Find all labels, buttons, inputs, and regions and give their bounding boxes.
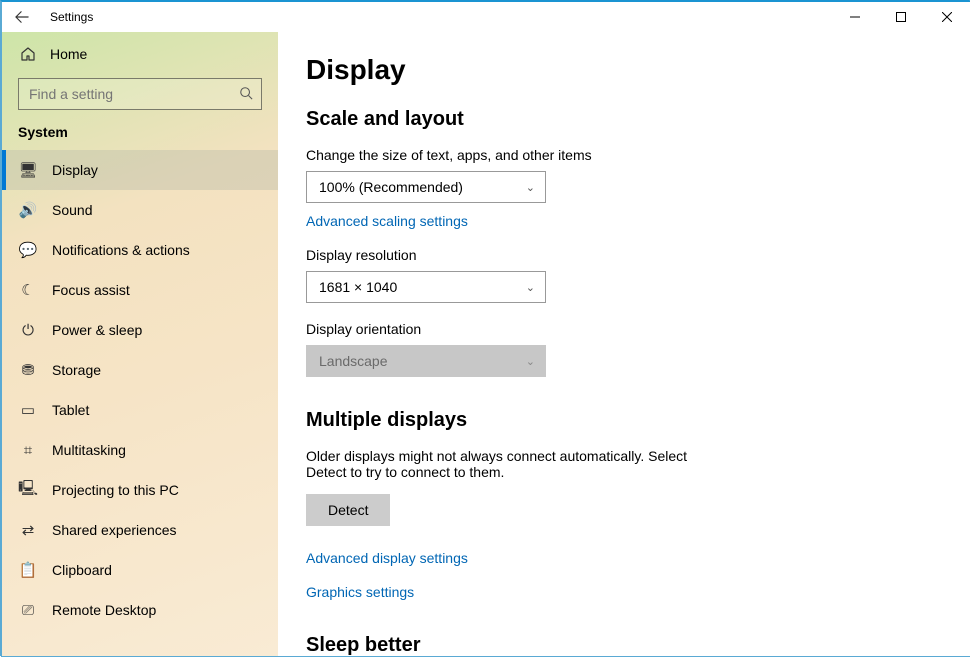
back-button[interactable]	[8, 3, 36, 31]
title-bar: Settings	[2, 2, 970, 32]
orientation-value: Landscape	[319, 353, 388, 369]
sound-icon: 🔊	[18, 201, 38, 219]
maximize-icon	[896, 12, 906, 22]
nav-item-remote[interactable]: ⎚ Remote Desktop	[2, 590, 278, 630]
nav-item-shared[interactable]: ⇄ Shared experiences	[2, 510, 278, 550]
chevron-down-icon: ⌄	[526, 281, 535, 294]
detect-button[interactable]: Detect	[306, 494, 390, 526]
monitor-icon: 🖥	[18, 161, 38, 179]
storage-icon: ⛃	[18, 361, 38, 379]
nav-item-focus[interactable]: ☾ Focus assist	[2, 270, 278, 310]
multiple-displays-text: Older displays might not always connect …	[306, 448, 706, 480]
section-sleep-better: Sleep better	[306, 634, 942, 656]
nav-list: 🖥 Display 🔊 Sound 💬 Notifications & actions ☾ F…	[2, 150, 278, 656]
scale-label: Change the size of text, apps, and other…	[306, 147, 942, 163]
window-title: Settings	[50, 10, 93, 24]
nav-item-label: Notifications & actions	[52, 242, 190, 258]
nav-item-label: Tablet	[52, 402, 89, 418]
search-input[interactable]	[27, 85, 239, 103]
nav-item-label: Storage	[52, 362, 101, 378]
nav-item-display[interactable]: 🖥 Display	[2, 150, 278, 190]
orientation-label: Display orientation	[306, 321, 942, 337]
content-area: Display Scale and layout Change the size…	[278, 32, 970, 656]
power-icon: ⏻	[18, 322, 38, 339]
advanced-display-link[interactable]: Advanced display settings	[306, 550, 468, 566]
home-label: Home	[50, 46, 87, 62]
tablet-icon: ▭	[18, 401, 38, 419]
shared-icon: ⇄	[18, 521, 38, 539]
focus-icon: ☾	[18, 281, 38, 299]
chevron-down-icon: ⌄	[526, 181, 535, 194]
section-scale-layout: Scale and layout	[306, 108, 942, 131]
search-icon	[239, 86, 253, 103]
graphics-settings-link[interactable]: Graphics settings	[306, 584, 414, 600]
back-arrow-icon	[15, 10, 29, 24]
remote-icon: ⎚	[18, 602, 38, 619]
nav-item-storage[interactable]: ⛃ Storage	[2, 350, 278, 390]
sidebar: Home System 🖥 Display 🔊 Sound 💬 Notifications…	[2, 32, 278, 656]
orientation-dropdown: Landscape ⌄	[306, 345, 546, 377]
nav-item-clipboard[interactable]: 📋 Clipboard	[2, 550, 278, 590]
resolution-dropdown[interactable]: 1681 × 1040 ⌄	[306, 271, 546, 303]
nav-item-tablet[interactable]: ▭ Tablet	[2, 390, 278, 430]
home-button[interactable]: Home	[2, 36, 278, 72]
nav-item-label: Shared experiences	[52, 522, 177, 538]
notifications-icon: 💬	[18, 241, 38, 259]
maximize-button[interactable]	[878, 2, 924, 32]
scale-value: 100% (Recommended)	[319, 179, 463, 195]
nav-item-multitask[interactable]: ⌗ Multitasking	[2, 430, 278, 470]
nav-item-sound[interactable]: 🔊 Sound	[2, 190, 278, 230]
home-icon	[18, 46, 38, 62]
nav-group-label: System	[2, 124, 278, 150]
minimize-icon	[850, 12, 860, 22]
advanced-scaling-link[interactable]: Advanced scaling settings	[306, 213, 468, 229]
nav-item-label: Multitasking	[52, 442, 126, 458]
chevron-down-icon: ⌄	[526, 355, 535, 368]
nav-item-power[interactable]: ⏻ Power & sleep	[2, 310, 278, 350]
nav-item-label: Projecting to this PC	[52, 482, 179, 498]
resolution-value: 1681 × 1040	[319, 279, 397, 295]
close-icon	[942, 12, 952, 22]
multitasking-icon: ⌗	[18, 442, 38, 459]
clipboard-icon: 📋	[18, 561, 38, 579]
nav-item-label: Remote Desktop	[52, 602, 156, 618]
section-multiple-displays: Multiple displays	[306, 409, 942, 432]
page-title: Display	[306, 54, 942, 86]
projecting-icon: 🖳	[18, 478, 38, 503]
nav-item-label: Power & sleep	[52, 322, 142, 338]
nav-item-label: Sound	[52, 202, 92, 218]
nav-item-label: Focus assist	[52, 282, 130, 298]
close-button[interactable]	[924, 2, 970, 32]
nav-item-label: Display	[52, 162, 98, 178]
nav-item-notifications[interactable]: 💬 Notifications & actions	[2, 230, 278, 270]
resolution-label: Display resolution	[306, 247, 942, 263]
nav-item-label: Clipboard	[52, 562, 112, 578]
search-box[interactable]	[18, 78, 262, 110]
nav-item-projecting[interactable]: 🖳 Projecting to this PC	[2, 470, 278, 510]
scale-dropdown[interactable]: 100% (Recommended) ⌄	[306, 171, 546, 203]
minimize-button[interactable]	[832, 2, 878, 32]
